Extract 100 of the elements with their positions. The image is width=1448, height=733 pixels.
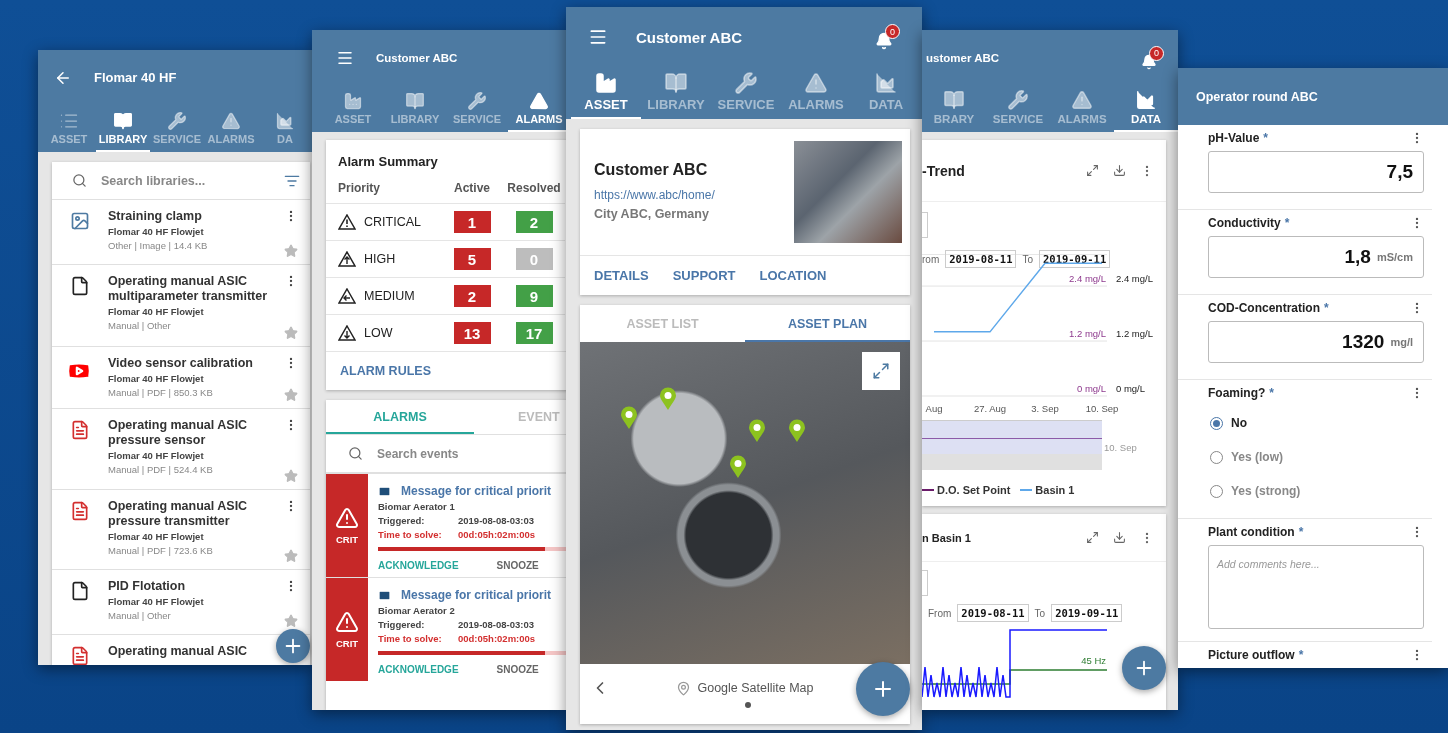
- field-label: Time to solve:: [378, 633, 443, 644]
- unit-label: mg/l: [1390, 336, 1413, 348]
- resolved-count: 17: [515, 322, 553, 344]
- date-label: rom: [922, 253, 940, 265]
- pdf-document-icon: [70, 420, 90, 440]
- legend-item[interactable]: Basin 1: [1020, 484, 1075, 496]
- search-icon: [72, 173, 87, 188]
- map-pin-icon[interactable]: [659, 387, 678, 412]
- date-field[interactable]: 2019-08-11: [945, 250, 1017, 268]
- item-meta: Other | Image | 14.4 KB: [108, 240, 209, 251]
- priority-warning-icon: [338, 251, 356, 267]
- menu-icon[interactable]: [588, 27, 608, 47]
- item-meta: Manual | PDF | 723.6 KB: [108, 545, 214, 556]
- list-tab[interactable]: ALARMS: [326, 400, 474, 434]
- date-field[interactable]: 2019-09-11: [1039, 250, 1111, 268]
- item-title: PID Flotation: [108, 579, 187, 594]
- action-link[interactable]: ACKNOWLEDGE: [378, 560, 459, 571]
- nav-tab[interactable]: ASSET: [571, 67, 641, 119]
- priority-label: LOW: [364, 326, 393, 340]
- wrench-icon: [467, 91, 487, 111]
- dropdown-field[interactable]: [922, 570, 928, 596]
- alarm-title[interactable]: Message for critical priorit: [401, 588, 552, 602]
- page-dot: [745, 702, 751, 708]
- warning-icon: [335, 506, 359, 530]
- card-title: Alarm Summary: [337, 153, 439, 171]
- library-item[interactable]: Operating manual ASIC pressure sensor Flomar 40 HF Flowjet Manual | PDF | 524.4 KB: [52, 409, 310, 490]
- search-icon: [348, 446, 363, 461]
- field-label: Picture outflow: [1208, 648, 1295, 662]
- search-field[interactable]: Search libraries...: [52, 162, 310, 200]
- required-mark: *: [1263, 131, 1270, 145]
- item-title: Video sensor calibration: [108, 356, 254, 371]
- item-title: Operating manual ASIC pressure transmitter: [108, 499, 249, 529]
- axis-label: 27. Aug: [973, 403, 1007, 414]
- number-field[interactable]: 7,5: [1208, 151, 1424, 193]
- star-icon[interactable]: [284, 244, 298, 258]
- item-source: Flomar 40 HF Flowjet: [108, 596, 205, 607]
- axis-label: 0 mg/L: [1076, 383, 1106, 394]
- asset-location: City ABC, Germany: [594, 207, 710, 221]
- star-icon[interactable]: [284, 326, 298, 340]
- item-source: Flomar 40 HF Flowjet: [108, 531, 205, 542]
- nav-tab[interactable]: LIBRARY: [96, 105, 150, 152]
- star-icon[interactable]: [284, 469, 298, 483]
- alarm-rules-link[interactable]: ALARM RULES: [326, 352, 445, 390]
- legend-item[interactable]: D.O. Set Point: [922, 484, 1011, 496]
- star-icon[interactable]: [284, 549, 298, 563]
- action-link[interactable]: ACKNOWLEDGE: [378, 664, 459, 675]
- library-item[interactable]: Video sensor calibration Flomar 40 HF Flowjet Manual | PDF | 850.3 KB: [52, 347, 310, 409]
- scrollbar[interactable]: [922, 454, 1102, 470]
- warning-icon: [529, 91, 549, 111]
- badge-label: CRIT: [335, 638, 359, 649]
- library-item[interactable]: Operating manual ASIC multiparameter transmitter Flomar 40 HF Flowjet Manual | Other: [52, 265, 310, 347]
- factory-icon: [594, 71, 618, 95]
- priority-warning-icon: [338, 288, 356, 304]
- star-icon[interactable]: [284, 614, 298, 628]
- alarm-title[interactable]: Message for critical priorit: [401, 484, 552, 498]
- radio-option[interactable]: Yes (low): [1208, 440, 1424, 474]
- field-value: 2019-08-08-03:03: [458, 515, 536, 526]
- library-item[interactable]: Straining clamp Flomar 40 HF Flowjet Other | Image | 14.4 KB: [52, 200, 310, 265]
- field-value: 2019-08-08-03:03: [458, 619, 536, 630]
- download-icon[interactable]: [1113, 164, 1126, 177]
- item-meta: Manual | Other: [108, 610, 172, 621]
- device-name: Biomar Aerator 2: [378, 605, 456, 616]
- book-icon: [664, 71, 688, 95]
- radio-option[interactable]: Yes (strong): [1208, 474, 1424, 508]
- active-count: 2: [453, 285, 491, 307]
- star-icon[interactable]: [284, 388, 298, 402]
- expand-icon[interactable]: [1086, 531, 1099, 544]
- download-icon[interactable]: [1113, 531, 1126, 544]
- dropdown-field[interactable]: [922, 212, 928, 238]
- number-field[interactable]: 1320 mg/l: [1208, 321, 1424, 363]
- warning-icon: [335, 610, 359, 634]
- library-item[interactable]: Operating manual ASIC pressure transmitter Flomar 40 HF Flowjet Manual | PDF | 723.6 KB: [52, 490, 310, 570]
- priority-label: HIGH: [364, 252, 396, 266]
- map-pin-icon[interactable]: [728, 454, 747, 479]
- number-field[interactable]: 1,8 mS/cm: [1208, 236, 1424, 278]
- website-link[interactable]: https://www.abc/home/: [594, 188, 715, 202]
- date-field[interactable]: 2019-08-11: [957, 604, 1029, 622]
- chart-title: -Trend: [922, 162, 966, 179]
- map-pin-icon[interactable]: [619, 406, 638, 431]
- warning-icon: [221, 111, 241, 131]
- axis-label: 2.4 mg/L: [1116, 273, 1153, 285]
- date-field[interactable]: 2019-09-11: [1051, 604, 1123, 622]
- map-pin-icon[interactable]: [787, 419, 806, 444]
- required-mark: *: [1269, 386, 1275, 400]
- action-link[interactable]: SUPPORT: [672, 268, 736, 283]
- library-item[interactable]: Operating manual ASIC: [52, 635, 274, 665]
- action-link[interactable]: SNOOZE: [496, 664, 539, 675]
- range-selector[interactable]: [922, 420, 1102, 454]
- book-icon: [113, 111, 133, 131]
- action-link[interactable]: DETAILS: [594, 268, 649, 283]
- axis-label: 2.4 mg/L: [1069, 273, 1106, 285]
- comment-field[interactable]: Add comments here...: [1208, 545, 1424, 629]
- radio-option[interactable]: No: [1208, 406, 1424, 440]
- expand-icon[interactable]: [1086, 164, 1099, 177]
- action-link[interactable]: LOCATION: [759, 268, 827, 283]
- field-value: 00d:05h:02m:00s: [458, 633, 537, 644]
- field-label: Conductivity: [1208, 216, 1281, 230]
- action-link[interactable]: SNOOZE: [496, 560, 539, 571]
- map-pin-icon[interactable]: [748, 419, 767, 444]
- fullscreen-button[interactable]: [862, 352, 900, 390]
